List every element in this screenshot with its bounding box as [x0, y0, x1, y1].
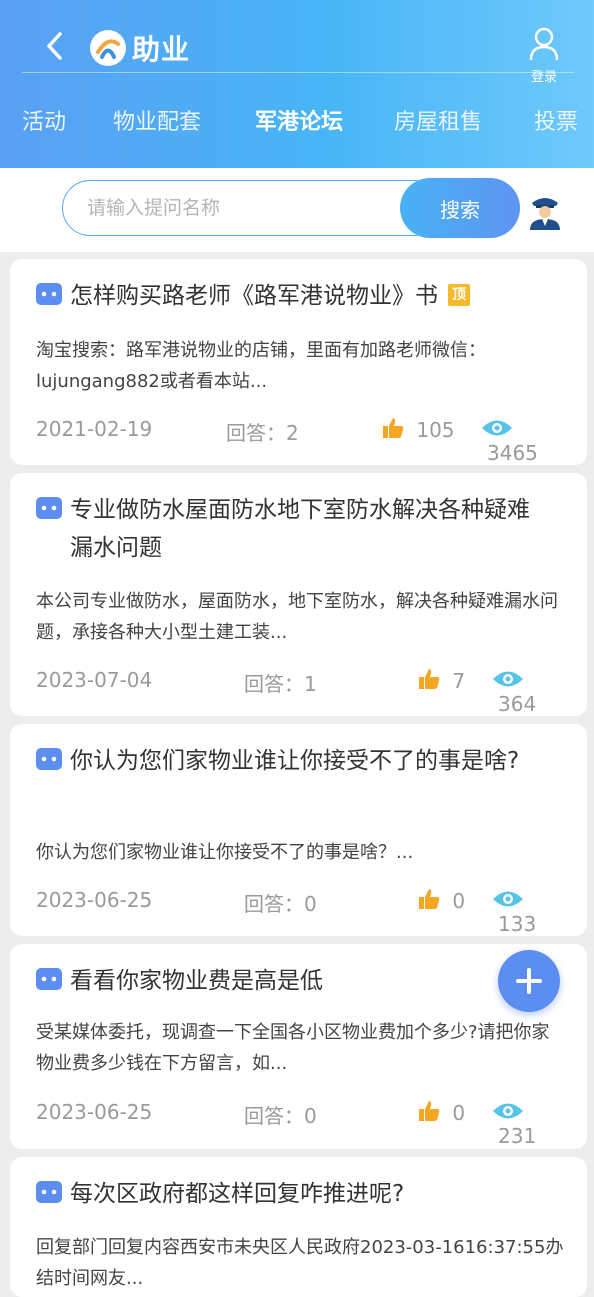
- post-title: 专业做防水屋面防水地下室防水解决各种疑难漏水问题: [70, 497, 530, 561]
- app-name: 助业: [132, 33, 191, 66]
- logo-glyph-icon: [96, 39, 120, 59]
- plus-icon: [516, 968, 542, 994]
- post-date: 2023-06-25: [36, 1100, 153, 1124]
- post-answers: 回答：2: [226, 421, 299, 445]
- post-date: 2023-06-25: [36, 888, 153, 912]
- officer-icon[interactable]: [526, 192, 564, 230]
- post-excerpt: 淘宝搜索：路军港说物业的店铺，里面有加路老师微信：lujungang882或者看…: [36, 340, 486, 392]
- tab-vote[interactable]: 投票: [534, 104, 578, 136]
- like-count: 7: [452, 669, 466, 693]
- like-count: 0: [452, 1101, 466, 1125]
- post-title-text: 怎样购买路老师《路军港说物业》书: [70, 283, 438, 309]
- post-title: 看看你家物业费是高是低: [70, 968, 323, 994]
- post-excerpt: 受某媒体委托，现调查一下全国各小区物业费加个多少?请把你家物业费多少钱在下方留言…: [36, 1022, 550, 1074]
- post-title: 怎样购买路老师《路军港说物业》书顶: [70, 277, 550, 315]
- like-button[interactable]: 105: [382, 417, 455, 442]
- thumbs-up-icon: [383, 418, 404, 438]
- chat-bubble-icon: [36, 283, 62, 305]
- like-button[interactable]: 0: [418, 888, 465, 913]
- like-button[interactable]: 7: [418, 668, 465, 693]
- search-button[interactable]: 搜索: [400, 178, 520, 238]
- post-card[interactable]: 每次区政府都这样回复咋推进呢? 回复部门回复内容西安市未央区人民政府2023-0…: [10, 1157, 587, 1297]
- post-card[interactable]: 专业做防水屋面防水地下室防水解决各种疑难漏水问题 本公司专业做防水，屋面防水，地…: [10, 473, 587, 716]
- tab-activity[interactable]: 活动: [22, 104, 66, 136]
- tab-forum[interactable]: 军港论坛: [255, 104, 343, 136]
- eye-icon: [493, 1103, 523, 1119]
- header-divider: [22, 72, 574, 73]
- post-title: 每次区政府都这样回复咋推进呢?: [70, 1181, 405, 1207]
- view-stat: 133: [492, 888, 566, 936]
- eye-icon: [493, 891, 523, 907]
- view-count: 231: [498, 1124, 537, 1148]
- like-button[interactable]: 0: [418, 1100, 465, 1125]
- post-title: 你认为您们家物业谁让你接受不了的事是啥?: [70, 748, 520, 774]
- chat-bubble-icon: [36, 748, 62, 770]
- post-answers: 回答：0: [244, 892, 317, 916]
- chevron-left-icon[interactable]: [40, 28, 70, 64]
- search-input[interactable]: [62, 180, 442, 236]
- post-excerpt: 你认为您们家物业谁让你接受不了的事是啥？...: [36, 842, 414, 863]
- like-count: 105: [416, 418, 455, 442]
- like-count: 0: [452, 889, 466, 913]
- login-button[interactable]: 登录: [524, 26, 564, 86]
- thumbs-up-icon: [419, 1101, 440, 1121]
- post-excerpt: 本公司专业做防水，屋面防水，地下室防水，解决各种疑难漏水问题，承接各种大小型土建…: [36, 591, 558, 643]
- tab-property-facilities[interactable]: 物业配套: [113, 104, 201, 136]
- login-label: 登录: [530, 70, 557, 85]
- post-meta: 2021-02-19 回答：2 105 3465: [36, 417, 566, 465]
- app-header: 助业 登录 活动 物业配套 军港论坛 房屋租售 投票: [0, 0, 594, 168]
- search-bar: 搜索: [0, 168, 594, 252]
- thumbs-up-icon: [419, 889, 440, 909]
- post-meta: 2023-06-25 回答：0 0 231: [36, 1100, 566, 1148]
- chat-bubble-icon: [36, 497, 62, 519]
- post-answers: 回答：0: [244, 1104, 317, 1128]
- post-meta: 2023-06-25 回答：0 0 133: [36, 888, 566, 936]
- post-date: 2023-07-04: [36, 668, 153, 692]
- user-icon: [529, 27, 559, 61]
- view-count: 133: [498, 912, 537, 936]
- post-excerpt: 回复部门回复内容西安市未央区人民政府2023-03-1616:37:55办结时间…: [36, 1237, 564, 1289]
- view-count: 364: [498, 692, 537, 716]
- post-date: 2021-02-19: [36, 417, 153, 441]
- post-answers: 回答：1: [244, 672, 317, 696]
- post-meta: 2023-07-04 回答：1 7 364: [36, 668, 566, 716]
- thumbs-up-icon: [419, 669, 440, 689]
- view-stat: 364: [492, 668, 566, 716]
- post-card[interactable]: 你认为您们家物业谁让你接受不了的事是啥? 你认为您们家物业谁让你接受不了的事是啥…: [10, 724, 587, 936]
- tab-housing[interactable]: 房屋租售: [394, 104, 482, 136]
- view-stat: 3465: [481, 417, 566, 465]
- view-stat: 231: [492, 1100, 566, 1148]
- pinned-badge: 顶: [448, 284, 470, 306]
- logo-mark: [90, 30, 126, 66]
- chat-bubble-icon: [36, 968, 62, 990]
- app-logo: 助业: [90, 28, 200, 68]
- view-count: 3465: [487, 441, 538, 465]
- chat-bubble-icon: [36, 1181, 62, 1203]
- post-card[interactable]: 怎样购买路老师《路军港说物业》书顶 淘宝搜索：路军港说物业的店铺，里面有加路老师…: [10, 259, 587, 465]
- eye-icon: [493, 671, 523, 687]
- add-post-button[interactable]: [498, 950, 560, 1012]
- eye-icon: [482, 420, 512, 436]
